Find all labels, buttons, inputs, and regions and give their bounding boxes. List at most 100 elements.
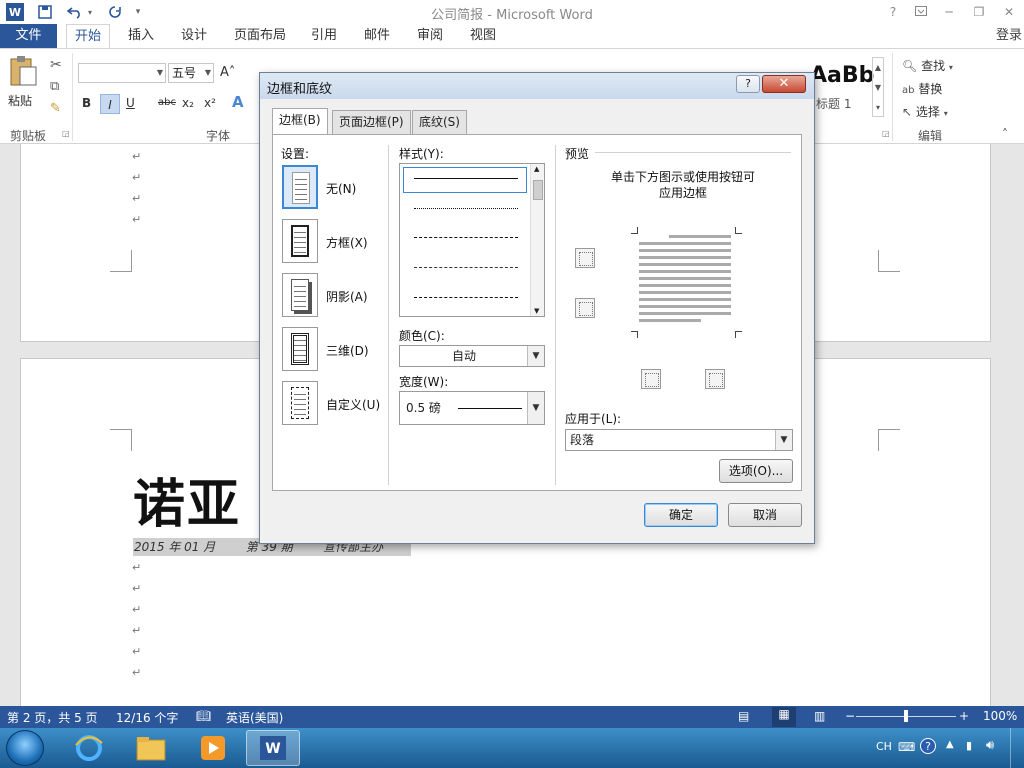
tab-insert[interactable]: 插入 (128, 24, 154, 48)
start-button[interactable] (6, 730, 44, 766)
grow-font-icon[interactable]: A˄ (220, 65, 235, 80)
clipboard-launcher-icon[interactable]: ◲ (62, 129, 70, 138)
chevron-down-icon[interactable]: ▼ (527, 346, 544, 366)
style-solid[interactable] (414, 178, 518, 179)
line-style-list[interactable]: ▲ ▼ (399, 163, 545, 317)
tab-file[interactable]: 文件 (0, 24, 57, 48)
left-border-button[interactable] (641, 369, 661, 389)
style-heading-preview[interactable]: AaBb (810, 63, 874, 88)
scroll-up-icon[interactable]: ▲ (534, 165, 539, 173)
restore-icon[interactable]: ❐ (968, 3, 990, 21)
word-count[interactable]: 12/16 个字 (116, 709, 178, 726)
zoom-level[interactable]: 100% (983, 709, 1017, 723)
setting-box-icon[interactable] (282, 219, 318, 263)
italic-button[interactable]: I (100, 94, 120, 114)
style-fine-dashed[interactable] (414, 237, 518, 238)
internet-explorer-icon[interactable] (62, 730, 116, 766)
dialog-help-button[interactable]: ? (736, 75, 760, 93)
paste-button[interactable]: 粘贴 (8, 55, 44, 115)
setting-shadow-label[interactable]: 阴影(A) (326, 288, 368, 305)
text-effects-icon[interactable]: A (232, 93, 244, 111)
read-mode-icon[interactable]: ▤ (738, 709, 749, 723)
tab-layout[interactable]: 页面布局 (234, 24, 286, 48)
print-layout-icon[interactable]: ▦ (772, 707, 796, 727)
show-desktop-button[interactable] (1010, 728, 1024, 768)
zoom-slider-thumb[interactable] (904, 710, 908, 722)
copy-icon[interactable]: ⧉ (50, 79, 59, 94)
login-link[interactable]: 登录 (996, 24, 1022, 48)
inside-border-button[interactable] (575, 298, 595, 318)
tab-review[interactable]: 审阅 (417, 24, 443, 48)
tab-shading[interactable]: 底纹(S) (412, 110, 467, 134)
setting-box-label[interactable]: 方框(X) (326, 234, 368, 251)
help-tray-icon[interactable]: ? (920, 738, 936, 754)
zoom-in-icon[interactable]: + (959, 709, 969, 723)
setting-shadow-icon[interactable] (282, 273, 318, 317)
superscript-button[interactable]: x² (204, 96, 216, 110)
top-border-button[interactable] (575, 248, 595, 268)
select-button[interactable]: ↖ 选择 ▾ (902, 103, 948, 120)
underline-button[interactable]: U (126, 96, 135, 110)
strikethrough-button[interactable]: abc (158, 97, 176, 108)
keyboard-icon[interactable]: ⌨ (898, 740, 915, 754)
collapse-ribbon-icon[interactable]: ˄ (1002, 127, 1008, 141)
scroll-thumb[interactable] (533, 180, 543, 200)
style-dotted[interactable] (414, 208, 518, 209)
input-language[interactable]: CH (876, 740, 892, 753)
setting-3d-icon[interactable] (282, 327, 318, 371)
setting-none-icon[interactable] (282, 165, 318, 209)
ribbon-display-options-icon[interactable] (910, 3, 932, 21)
bold-button[interactable]: B (82, 96, 91, 110)
setting-3d-label[interactable]: 三维(D) (326, 342, 369, 359)
format-painter-icon[interactable]: ✎ (50, 101, 61, 116)
scroll-down-icon[interactable]: ▼ (534, 307, 539, 315)
cut-icon[interactable]: ✂ (50, 57, 62, 73)
tab-page-border[interactable]: 页面边框(P) (332, 110, 411, 134)
tab-borders[interactable]: 边框(B) (272, 108, 328, 135)
subscript-button[interactable]: x₂ (182, 96, 194, 110)
proofing-icon[interactable]: 📖︎ (196, 709, 211, 723)
chevron-down-icon[interactable]: ▼ (775, 430, 792, 450)
styles-launcher-icon[interactable]: ◲ (882, 129, 890, 138)
style-list-scrollbar[interactable]: ▲ ▼ (530, 164, 544, 316)
styles-scroll[interactable]: ▲ ▼ ▾ (872, 57, 884, 117)
tab-design[interactable]: 设计 (181, 24, 207, 48)
dialog-title-bar[interactable]: 边框和底纹 ? ✕ (260, 73, 814, 99)
zoom-out-icon[interactable]: − (845, 709, 855, 723)
find-button[interactable]: 🔍︎ 查找 ▾ (902, 57, 953, 74)
font-name-box[interactable]: ▼ (78, 63, 166, 83)
color-dropdown[interactable]: 自动 ▼ (399, 345, 545, 367)
dialog-close-button[interactable]: ✕ (762, 75, 806, 93)
language-indicator[interactable]: 英语(美国) (226, 709, 283, 726)
volume-icon[interactable]: 🔊︎ (986, 738, 994, 753)
font-size-box[interactable]: 五号 ▼ (168, 63, 214, 83)
tab-home[interactable]: 开始 (66, 24, 111, 49)
width-dropdown[interactable]: 0.5 磅 ▼ (399, 391, 545, 425)
web-layout-icon[interactable]: ▥ (814, 709, 825, 723)
style-selected-item[interactable] (403, 167, 527, 193)
setting-custom-label[interactable]: 自定义(U) (326, 396, 380, 413)
style-dash-dot[interactable] (414, 297, 518, 298)
border-preview[interactable] (627, 223, 747, 343)
replace-button[interactable]: ab 替换 (902, 80, 942, 97)
style-dashed[interactable] (414, 267, 518, 268)
media-player-icon[interactable] (186, 730, 240, 766)
file-explorer-icon[interactable] (124, 730, 178, 766)
right-border-button[interactable] (705, 369, 725, 389)
tab-mailings[interactable]: 邮件 (364, 24, 390, 48)
options-button[interactable]: 选项(O)... (719, 459, 793, 483)
notification-arrow-icon[interactable]: ▲ (946, 739, 954, 750)
close-icon[interactable]: ✕ (998, 3, 1020, 21)
cancel-button[interactable]: 取消 (728, 503, 802, 527)
tab-references[interactable]: 引用 (311, 24, 337, 48)
network-icon[interactable]: ▮ (966, 739, 972, 752)
tab-view[interactable]: 视图 (470, 24, 496, 48)
ok-button[interactable]: 确定 (644, 503, 718, 527)
word-taskbar-icon[interactable]: W (246, 730, 300, 766)
minimize-icon[interactable]: ─ (938, 3, 960, 21)
setting-none-label[interactable]: 无(N) (326, 180, 356, 197)
apply-to-dropdown[interactable]: 段落 ▼ (565, 429, 793, 451)
page-count[interactable]: 第 2 页，共 5 页 (7, 709, 98, 726)
zoom-slider[interactable] (856, 710, 956, 722)
help-button[interactable]: ? (882, 3, 904, 21)
